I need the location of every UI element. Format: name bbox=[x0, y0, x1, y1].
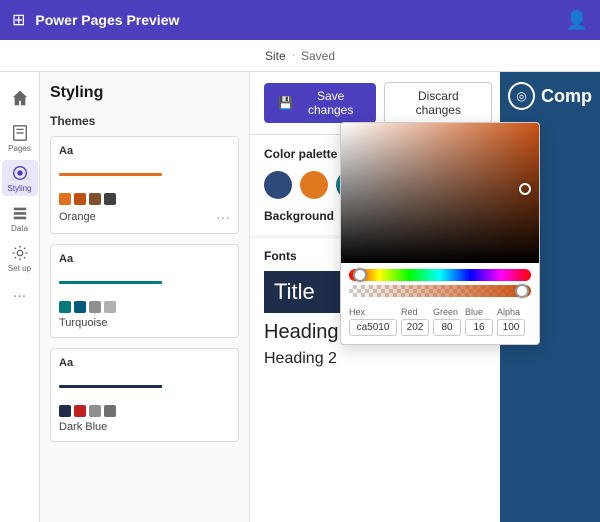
picker-hue-thumb bbox=[353, 268, 367, 282]
discard-button[interactable]: Discard changes bbox=[384, 82, 492, 124]
swatch bbox=[59, 301, 71, 313]
themes-label: Themes bbox=[50, 114, 239, 128]
save-button[interactable]: 💾 Save changes bbox=[264, 83, 376, 123]
green-field-group: Green bbox=[433, 307, 461, 336]
theme-bar-orange bbox=[59, 173, 162, 176]
theme-card-darkblue[interactable]: Aa Dark Blue bbox=[50, 348, 239, 442]
swatch bbox=[59, 193, 71, 205]
theme-name-orange: Orange bbox=[59, 211, 96, 223]
preview-comp-text: Comp bbox=[541, 86, 592, 107]
green-input[interactable] bbox=[433, 319, 461, 336]
save-label: Save changes bbox=[299, 89, 362, 117]
swatch bbox=[89, 193, 101, 205]
alpha-field-group: Alpha bbox=[497, 307, 525, 336]
sidebar-panel: Styling Themes Aa Orange ··· Aa bbox=[40, 72, 250, 522]
main-content: 💾 Save changes Discard changes ↖ 🏠 Home … bbox=[250, 72, 600, 522]
hex-field-group: Hex bbox=[349, 307, 397, 336]
swatch bbox=[59, 405, 71, 417]
theme-card-orange[interactable]: Aa Orange ··· bbox=[50, 136, 239, 234]
theme-aa: Aa bbox=[59, 253, 230, 265]
picker-alpha-thumb bbox=[515, 284, 529, 298]
site-separator: · bbox=[292, 50, 295, 61]
sidebar-item-styling[interactable]: Styling bbox=[2, 160, 38, 196]
site-label: Site bbox=[265, 49, 286, 63]
swatch bbox=[89, 405, 101, 417]
hex-label: Hex bbox=[349, 307, 397, 317]
red-field-group: Red bbox=[401, 307, 429, 336]
red-label: Red bbox=[401, 307, 429, 317]
theme-bar-turquoise bbox=[59, 281, 162, 284]
swatch bbox=[74, 193, 86, 205]
left-nav: Pages Styling Data Set up ... bbox=[0, 72, 40, 522]
theme-swatches-orange bbox=[59, 193, 230, 205]
preview-comp-icon: ◎ bbox=[508, 82, 535, 110]
picker-gradient[interactable] bbox=[341, 123, 540, 263]
swatch bbox=[104, 405, 116, 417]
theme-swatches-darkblue bbox=[59, 405, 230, 417]
sitebar: Site · Saved bbox=[0, 40, 600, 72]
theme-name-turquoise: Turquoise bbox=[59, 317, 108, 329]
theme-preview-darkblue: Aa bbox=[59, 357, 230, 417]
grid-icon[interactable]: ⊞ bbox=[12, 10, 25, 30]
main-layout: Pages Styling Data Set up ... Styling Th… bbox=[0, 72, 600, 522]
theme-card-turquoise[interactable]: Aa Turquoise bbox=[50, 244, 239, 338]
swatch bbox=[104, 193, 116, 205]
blue-label: Blue bbox=[465, 307, 493, 317]
sidebar-item-setup-label: Set up bbox=[8, 264, 31, 273]
swatch bbox=[74, 405, 86, 417]
color-picker-popup: Hex Red Green Blue Alpha bbox=[340, 122, 540, 345]
theme-aa: Aa bbox=[59, 357, 230, 369]
sidebar-item-data-label: Data bbox=[11, 224, 28, 233]
alpha-input[interactable] bbox=[497, 319, 525, 336]
app-title: Power Pages Preview bbox=[35, 12, 555, 28]
swatch bbox=[104, 301, 116, 313]
topbar: ⊞ Power Pages Preview 👤 bbox=[0, 0, 600, 40]
swatch bbox=[74, 301, 86, 313]
picker-gradient-dark bbox=[341, 123, 540, 263]
palette-color-2[interactable] bbox=[300, 171, 328, 199]
theme-footer-darkblue: Dark Blue bbox=[59, 421, 230, 433]
blue-field-group: Blue bbox=[465, 307, 493, 336]
theme-footer-turquoise: Turquoise bbox=[59, 317, 230, 329]
theme-bar-darkblue bbox=[59, 385, 162, 388]
nav-more[interactable]: ... bbox=[13, 284, 26, 302]
swatch bbox=[89, 301, 101, 313]
picker-hue-bar[interactable] bbox=[349, 269, 531, 281]
save-icon: 💾 bbox=[278, 96, 293, 110]
theme-menu-orange[interactable]: ··· bbox=[216, 209, 230, 225]
picker-alpha-bar[interactable] bbox=[349, 285, 531, 297]
theme-preview-orange: Aa bbox=[59, 145, 230, 205]
theme-swatches-turquoise bbox=[59, 301, 230, 313]
blue-input[interactable] bbox=[465, 319, 493, 336]
sidebar-item-home[interactable] bbox=[2, 80, 38, 116]
sidebar-title: Styling bbox=[50, 84, 239, 102]
preview-comp-badge: ◎ Comp bbox=[500, 72, 600, 120]
picker-fields: Hex Red Green Blue Alpha bbox=[341, 303, 539, 344]
sidebar-item-data[interactable]: Data bbox=[2, 200, 38, 236]
sidebar-item-pages[interactable]: Pages bbox=[2, 120, 38, 156]
alpha-label: Alpha bbox=[497, 307, 525, 317]
picker-gradient-inner bbox=[341, 123, 540, 263]
theme-aa: Aa bbox=[59, 145, 230, 157]
theme-preview-turquoise: Aa bbox=[59, 253, 230, 313]
green-label: Green bbox=[433, 307, 461, 317]
avatar-icon[interactable]: 👤 bbox=[566, 10, 588, 31]
sidebar-item-setup[interactable]: Set up bbox=[2, 240, 38, 276]
palette-color-1[interactable] bbox=[264, 171, 292, 199]
red-input[interactable] bbox=[401, 319, 429, 336]
theme-name-darkblue: Dark Blue bbox=[59, 421, 107, 433]
theme-footer-orange: Orange ··· bbox=[59, 209, 230, 225]
sidebar-item-pages-label: Pages bbox=[8, 144, 31, 153]
site-status: Saved bbox=[301, 49, 335, 63]
sidebar-item-styling-label: Styling bbox=[7, 184, 31, 193]
hex-input[interactable] bbox=[349, 319, 397, 336]
